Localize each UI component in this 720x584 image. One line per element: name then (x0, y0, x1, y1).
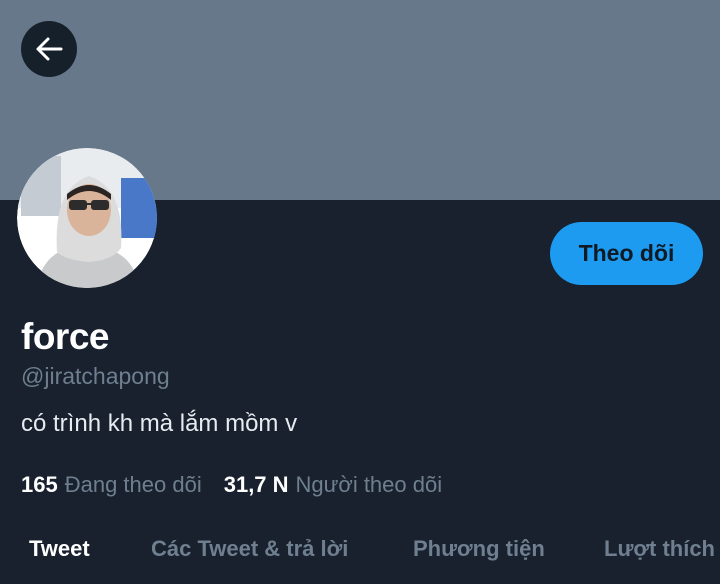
followers-label: Người theo dõi (295, 472, 443, 497)
tab-likes[interactable]: Lượt thích (604, 536, 715, 562)
profile-stats: 165 Đang theo dõi 31,7 N Người theo dõi (21, 472, 442, 498)
profile-tabs: Tweet Các Tweet & trả lời Phương tiện Lư… (0, 532, 720, 572)
following-count: 165 (21, 472, 58, 497)
followers-count: 31,7 N (223, 472, 289, 497)
arrow-left-icon (36, 37, 63, 61)
avatar-image (17, 148, 157, 288)
followers-stat[interactable]: 31,7 N Người theo dõi (224, 472, 442, 498)
tab-media[interactable]: Phương tiện (413, 536, 545, 562)
back-button[interactable] (21, 21, 77, 77)
display-name: force (21, 316, 109, 357)
avatar[interactable] (17, 148, 157, 288)
follow-button[interactable]: Theo dõi (550, 222, 703, 285)
profile-bio: có trình kh mà lắm mồm v (21, 410, 298, 437)
user-handle: @jiratchapong (21, 363, 170, 389)
tab-tweets-and-replies[interactable]: Các Tweet & trả lời (151, 536, 348, 562)
following-label: Đang theo dõi (64, 472, 202, 497)
tab-tweets[interactable]: Tweet (29, 536, 90, 562)
following-stat[interactable]: 165 Đang theo dõi (21, 472, 202, 498)
